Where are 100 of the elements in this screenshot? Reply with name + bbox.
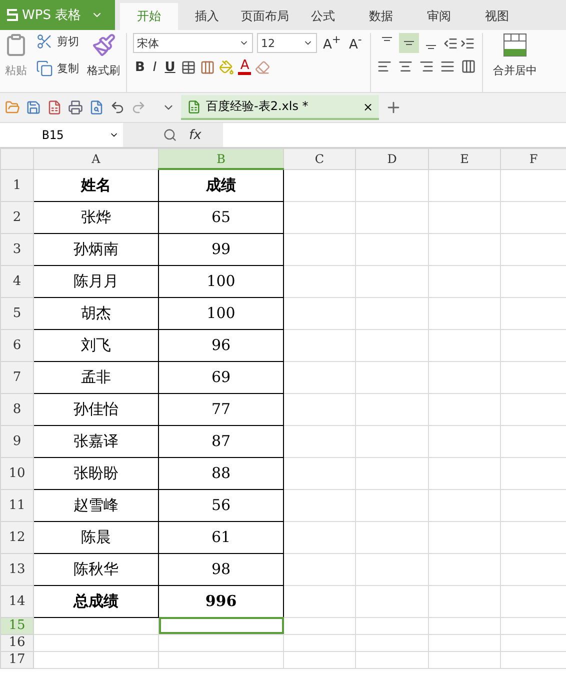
table-cell[interactable]: 成绩 — [158, 169, 284, 201]
merge-cells-icon[interactable] — [502, 33, 527, 57]
table-cell[interactable]: 张盼盼 — [34, 457, 158, 489]
formula-input[interactable] — [223, 123, 566, 147]
new-tab-icon[interactable] — [385, 99, 402, 116]
bold-button[interactable]: B — [133, 60, 147, 74]
undo-icon[interactable] — [110, 100, 125, 115]
function-button[interactable]: fx — [187, 128, 204, 142]
grow-font-button[interactable]: A$^{+}$ — [321, 33, 343, 53]
underline-button[interactable]: U — [162, 60, 178, 74]
row-header[interactable]: 2 — [0, 201, 34, 233]
table-cell[interactable]: 张烨 — [34, 201, 158, 233]
table-cell[interactable]: 56 — [158, 489, 284, 521]
table-cell[interactable]: 胡杰 — [34, 297, 158, 329]
ribbon-tab[interactable]: 视图 — [468, 3, 526, 30]
font-size-select[interactable]: 12 — [257, 33, 317, 53]
align-center-icon[interactable] — [398, 59, 413, 74]
ribbon-tab[interactable]: 公式 — [294, 3, 352, 30]
table-cell[interactable]: 98 — [158, 553, 284, 585]
ribbon-tab[interactable]: 插入 — [178, 3, 236, 30]
row-header[interactable]: 10 — [0, 457, 34, 489]
row-header[interactable]: 14 — [0, 585, 34, 617]
table-cell[interactable]: 61 — [158, 521, 284, 553]
fill-color-icon[interactable] — [219, 60, 234, 74]
row-header[interactable]: 5 — [0, 297, 34, 329]
document-tab[interactable]: 百度经验-表2.xls * × — [181, 95, 379, 120]
table-cell[interactable]: 100 — [158, 297, 284, 329]
row-header[interactable]: 8 — [0, 393, 34, 425]
column-header[interactable]: C — [284, 148, 356, 169]
row-header[interactable]: 7 — [0, 361, 34, 393]
ribbon-tab[interactable]: 审阅 — [410, 3, 468, 30]
table-cell[interactable]: 赵雪峰 — [34, 489, 158, 521]
column-header[interactable]: D — [356, 148, 428, 169]
table-cell[interactable]: 张嘉译 — [34, 425, 158, 457]
document-icon[interactable] — [47, 100, 62, 115]
save-icon[interactable] — [26, 100, 41, 115]
row-header[interactable]: 3 — [0, 233, 34, 265]
align-left-icon[interactable] — [376, 59, 392, 74]
selected-cell[interactable] — [158, 617, 284, 634]
table-cell[interactable]: 87 — [158, 425, 284, 457]
copy-button[interactable]: 复制 — [57, 61, 79, 76]
cut-button[interactable]: 剪切 — [57, 34, 79, 49]
align-icon — [424, 45, 437, 49]
copy-icon[interactable] — [36, 60, 53, 77]
table-cell[interactable]: 陈月月 — [34, 265, 158, 297]
borders-icon[interactable] — [181, 60, 196, 74]
table-cell[interactable]: 孙炳南 — [34, 233, 158, 265]
column-header[interactable]: E — [428, 148, 500, 169]
row-header[interactable]: 11 — [0, 489, 34, 521]
row-header[interactable]: 1 — [0, 169, 34, 201]
row-header[interactable]: 9 — [0, 425, 34, 457]
cell-style-icon[interactable] — [200, 60, 216, 74]
shrink-font-button[interactable]: A$^{-}$ — [346, 33, 364, 53]
ribbon-tab[interactable]: 页面布局 — [236, 3, 294, 30]
logo-icon — [6, 8, 18, 22]
table-cell[interactable]: 88 — [158, 457, 284, 489]
row-header[interactable]: 17 — [0, 651, 34, 668]
column-header[interactable]: F — [500, 148, 566, 169]
spreadsheet-icon — [187, 100, 201, 114]
table-cell[interactable]: 99 — [158, 233, 284, 265]
justify-icon[interactable] — [440, 59, 455, 74]
print-preview-icon[interactable] — [89, 100, 104, 115]
font-name-select[interactable]: 宋体 — [133, 33, 253, 53]
ribbon-tab[interactable]: 开始 — [120, 3, 178, 30]
table-cell[interactable]: 陈晨 — [34, 521, 158, 553]
indent-decrease-icon[interactable] — [442, 36, 458, 50]
table-cell[interactable]: 77 — [158, 393, 284, 425]
ribbon-tab[interactable]: 数据 — [352, 3, 410, 30]
font-color-button[interactable]: A — [238, 59, 252, 75]
table-cell[interactable]: 孙佳怡 — [34, 393, 158, 425]
row-header[interactable]: 4 — [0, 265, 34, 297]
printer-icon[interactable] — [68, 100, 83, 115]
table-cell[interactable]: 姓名 — [34, 169, 158, 201]
paintbrush-icon[interactable] — [92, 33, 116, 57]
italic-button[interactable]: I — [150, 60, 159, 74]
table-cell[interactable]: 总成绩 — [34, 585, 158, 617]
align-icon — [402, 41, 415, 45]
align-right-icon[interactable] — [418, 59, 434, 74]
table-cell[interactable]: 刘飞 — [34, 329, 158, 361]
table-cell[interactable]: 100 — [158, 265, 284, 297]
distribute-icon[interactable] — [460, 59, 476, 74]
row-header[interactable]: 16 — [0, 634, 34, 651]
format-painter-button[interactable]: 格式刷 — [87, 63, 120, 78]
merge-center-button[interactable]: 合并居中 — [492, 63, 537, 78]
table-cell[interactable]: 96 — [158, 329, 284, 361]
table-cell[interactable]: 陈秋华 — [34, 553, 158, 585]
scissors-icon[interactable] — [36, 33, 53, 50]
indent-increase-icon[interactable] — [460, 36, 475, 50]
table-cell[interactable]: 69 — [158, 361, 284, 393]
app-title: WPS 表格 — [22, 7, 82, 24]
name-box[interactable]: B15 — [0, 123, 123, 147]
row-header[interactable]: 6 — [0, 329, 34, 361]
column-header[interactable]: A — [34, 148, 158, 169]
paste-icon[interactable] — [4, 33, 28, 57]
table-cell[interactable]: 孟非 — [34, 361, 158, 393]
search-icon[interactable] — [163, 128, 177, 142]
align-button[interactable] — [398, 33, 419, 53]
row-header[interactable]: 12 — [0, 521, 34, 553]
row-header[interactable]: 13 — [0, 553, 34, 585]
table-cell[interactable]: 65 — [158, 201, 284, 233]
